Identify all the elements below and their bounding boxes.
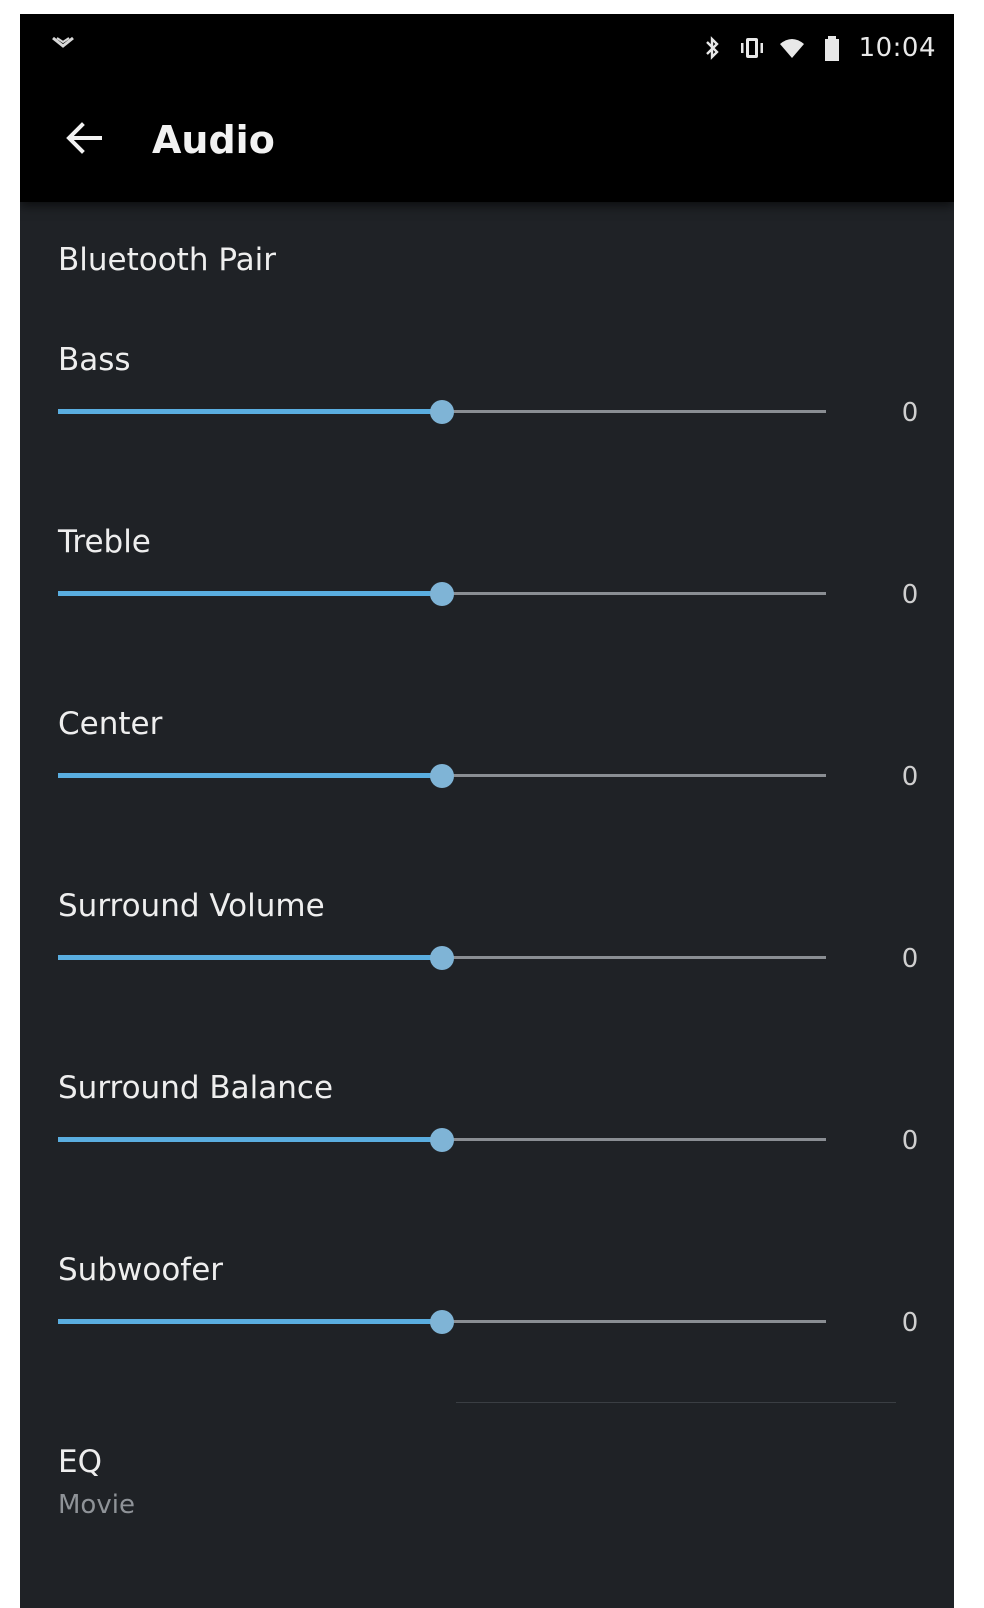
slider-thumb[interactable] [430, 764, 454, 788]
treble-slider[interactable] [58, 582, 826, 606]
slider-fill [58, 955, 442, 960]
slider-value: 0 [901, 944, 919, 974]
slider-center: Center 0 [20, 706, 954, 836]
slider-value: 0 [901, 1126, 919, 1156]
slider-subwoofer: Subwoofer 0 [20, 1252, 954, 1382]
eq-item[interactable]: EQ Movie [20, 1422, 954, 1542]
download-notification-icon [52, 36, 74, 48]
battery-icon [824, 36, 839, 61]
slider-fill [58, 1137, 442, 1142]
slider-label: Treble [58, 524, 151, 560]
slider-treble: Treble 0 [20, 524, 954, 654]
status-icons: 10:04 [699, 28, 936, 68]
bass-slider[interactable] [58, 400, 826, 424]
wifi-icon [779, 39, 804, 58]
vibrate-icon [740, 38, 763, 58]
slider-value: 0 [901, 762, 919, 792]
bluetooth-icon [705, 36, 719, 60]
center-slider[interactable] [58, 764, 826, 788]
phone-screen: 10:04 Audio Bluetooth Pair Bass 0 Treble [20, 14, 954, 1608]
slider-value: 0 [901, 398, 919, 428]
slider-bass: Bass 0 [20, 342, 954, 472]
slider-label: Surround Balance [58, 1070, 334, 1106]
slider-value: 0 [901, 580, 919, 610]
slider-label: Center [58, 706, 163, 742]
slider-label: Surround Volume [58, 888, 325, 924]
slider-fill [58, 1319, 442, 1324]
surround-balance-slider[interactable] [58, 1128, 826, 1152]
audio-settings-list: Bluetooth Pair Bass 0 Treble 0 Center 0 … [20, 202, 954, 1608]
slider-thumb[interactable] [430, 582, 454, 606]
bluetooth-pair-item[interactable]: Bluetooth Pair [58, 242, 276, 278]
status-time: 10:04 [858, 33, 936, 63]
subwoofer-slider[interactable] [58, 1310, 826, 1334]
status-bar: 10:04 [20, 14, 954, 84]
surround-volume-slider[interactable] [58, 946, 826, 970]
slider-value: 0 [901, 1308, 919, 1338]
slider-surround-volume: Surround Volume 0 [20, 888, 954, 1018]
divider [456, 1402, 896, 1403]
slider-label: Subwoofer [58, 1252, 224, 1288]
slider-surround-balance: Surround Balance 0 [20, 1070, 954, 1200]
slider-fill [58, 591, 442, 596]
slider-thumb[interactable] [430, 400, 454, 424]
slider-thumb[interactable] [430, 1128, 454, 1152]
slider-thumb[interactable] [430, 946, 454, 970]
page-title: Audio [152, 118, 275, 162]
eq-value: Movie [58, 1490, 135, 1520]
slider-fill [58, 773, 442, 778]
back-arrow-icon[interactable] [60, 114, 108, 162]
slider-label: Bass [58, 342, 131, 378]
slider-thumb[interactable] [430, 1310, 454, 1334]
eq-title: EQ [58, 1444, 102, 1480]
slider-fill [58, 409, 442, 414]
app-bar: Audio [20, 84, 954, 202]
